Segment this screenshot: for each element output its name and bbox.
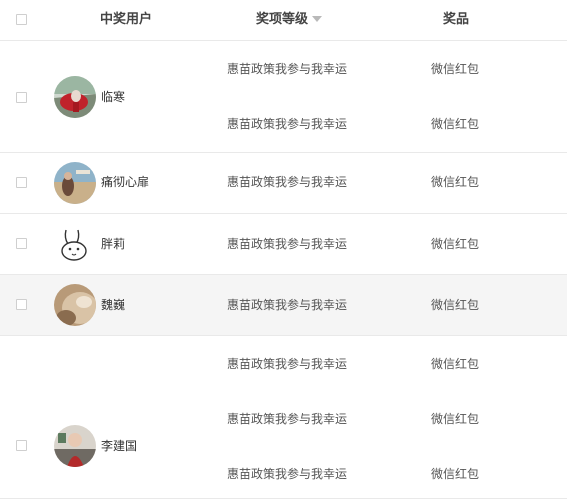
award-level: 惠苗政策我参与我幸运	[227, 237, 348, 251]
select-all-checkbox[interactable]	[16, 14, 27, 25]
award-prize: 微信红包	[431, 467, 480, 481]
award-level: 惠苗政策我参与我幸运	[227, 357, 348, 371]
column-header-level-label: 奖项等级	[256, 12, 309, 27]
award-line: 惠苗政策我参与我幸运 微信红包	[0, 61, 567, 77]
award-line: 惠苗政策我参与我幸运 微信红包	[0, 297, 567, 313]
sort-caret-icon[interactable]	[312, 15, 323, 22]
award-prize: 微信红包	[431, 117, 480, 131]
award-level: 惠苗政策我参与我幸运	[227, 298, 348, 312]
row-checkbox[interactable]	[16, 92, 27, 103]
award-line: 惠苗政策我参与我幸运 微信红包	[0, 466, 567, 482]
award-level: 惠苗政策我参与我幸运	[227, 62, 348, 76]
table-row: 魏巍 惠苗政策我参与我幸运 微信红包	[0, 275, 567, 336]
winners-table: 中奖用户 奖项等级 奖品 临寒 惠苗政策我参与我幸运 微信红包 惠苗政策我参与我…	[0, 0, 567, 499]
table-row: 李建国 惠苗政策我参与我幸运 微信红包 惠苗政策我参与我幸运 微信红包 惠苗政策…	[0, 336, 567, 499]
award-level: 惠苗政策我参与我幸运	[227, 467, 348, 481]
award-line: 惠苗政策我参与我幸运 微信红包	[0, 356, 567, 372]
row-checkbox[interactable]	[16, 440, 27, 451]
award-prize: 微信红包	[431, 62, 480, 76]
column-header-user: 中奖用户	[100, 12, 153, 27]
award-line: 惠苗政策我参与我幸运 微信红包	[0, 116, 567, 132]
award-level: 惠苗政策我参与我幸运	[227, 117, 348, 131]
award-line: 惠苗政策我参与我幸运 微信红包	[0, 174, 567, 190]
avatar	[54, 425, 96, 467]
winner-name: 临寒	[101, 90, 126, 104]
winner-name: 李建国	[101, 439, 138, 453]
table-header: 中奖用户 奖项等级 奖品	[0, 0, 567, 41]
table-row: 痛彻心扉 惠苗政策我参与我幸运 微信红包	[0, 153, 567, 214]
award-line: 惠苗政策我参与我幸运 微信红包	[0, 236, 567, 252]
column-header-level[interactable]: 奖项等级	[256, 0, 323, 40]
award-level: 惠苗政策我参与我幸运	[227, 175, 348, 189]
award-prize: 微信红包	[431, 412, 480, 426]
avatar	[54, 76, 96, 118]
award-prize: 微信红包	[431, 298, 480, 312]
award-line: 惠苗政策我参与我幸运 微信红包	[0, 411, 567, 427]
award-prize: 微信红包	[431, 175, 480, 189]
column-header-prize: 奖品	[443, 12, 470, 27]
table-row: 临寒 惠苗政策我参与我幸运 微信红包 惠苗政策我参与我幸运 微信红包	[0, 41, 567, 153]
award-prize: 微信红包	[431, 357, 480, 371]
award-prize: 微信红包	[431, 237, 480, 251]
award-level: 惠苗政策我参与我幸运	[227, 412, 348, 426]
table-row: 胖莉 惠苗政策我参与我幸运 微信红包	[0, 214, 567, 275]
